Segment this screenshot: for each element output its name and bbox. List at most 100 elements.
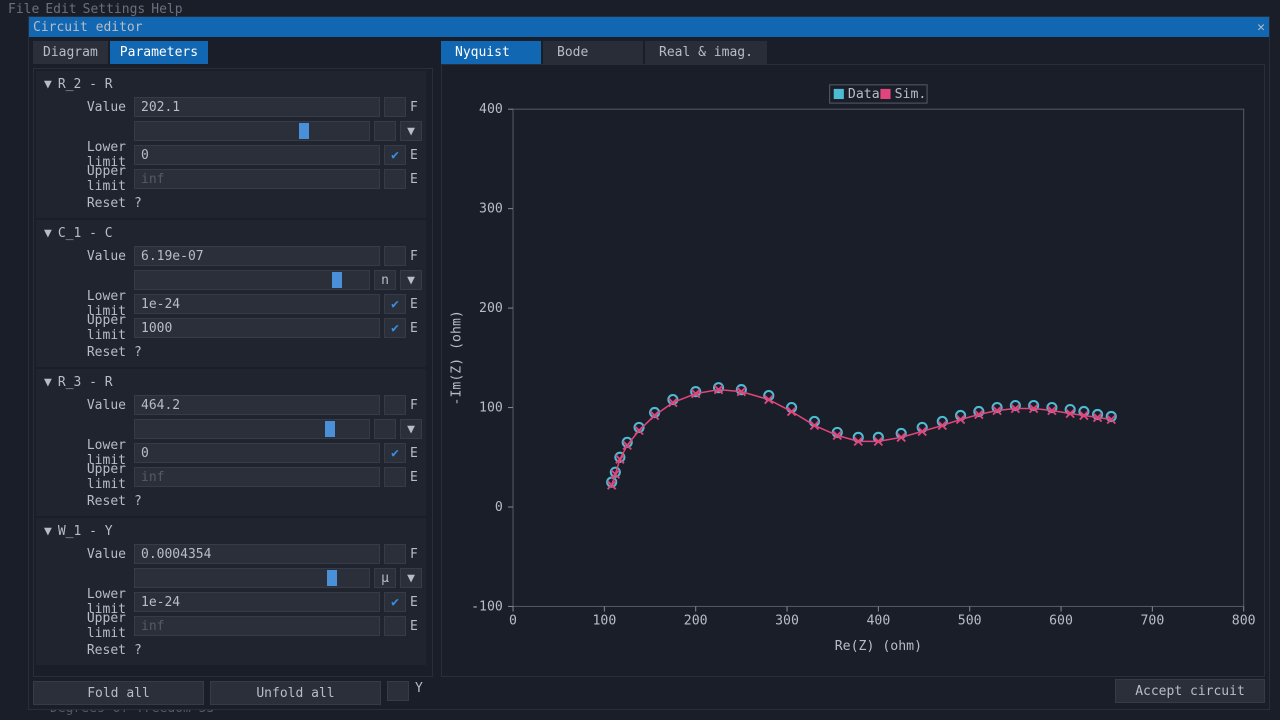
left-tabs: Diagram Parameters (33, 41, 433, 64)
chart-tabs: Nyquist Bode Real & imag. (441, 41, 1265, 64)
param-group: ▼R_3 - R ValueF ▼ Lower limitE Upper lim… (36, 369, 426, 516)
dropdown-button[interactable]: ▼ (400, 568, 422, 588)
lower-input[interactable] (134, 443, 380, 463)
param-group: ▼R_2 - R ValueF ▼ Lower limitE Upper lim… (36, 71, 426, 218)
lower-input[interactable] (134, 294, 380, 314)
accept-circuit-button[interactable]: Accept circuit (1115, 679, 1265, 703)
fixed-checkbox[interactable] (384, 97, 406, 117)
reset-help-button[interactable]: ? (134, 345, 146, 360)
fixed-checkbox[interactable] (384, 246, 406, 266)
lower-input[interactable] (134, 145, 380, 165)
value-slider[interactable] (134, 121, 370, 141)
lower-enable-checkbox[interactable] (384, 443, 406, 463)
unit-button[interactable] (374, 121, 396, 141)
svg-text:Sim.: Sim. (895, 87, 927, 102)
unit-button[interactable] (374, 419, 396, 439)
dropdown-button[interactable]: ▼ (400, 419, 422, 439)
svg-text:400: 400 (479, 102, 503, 117)
value-input[interactable] (134, 544, 380, 564)
param-group: ▼C_1 - C ValueF n▼ Lower limitE Upper li… (36, 220, 426, 367)
param-header[interactable]: ▼ R_3 - R (40, 373, 422, 392)
upper-input[interactable] (134, 169, 380, 189)
lower-enable-checkbox[interactable] (384, 294, 406, 314)
unfold-all-button[interactable]: Unfold all (210, 681, 381, 705)
dropdown-button[interactable]: ▼ (400, 121, 422, 141)
svg-text:500: 500 (958, 614, 982, 629)
reset-label: Reset (40, 345, 130, 360)
param-header[interactable]: ▼W_1 - Y (40, 522, 422, 541)
reset-help-button[interactable]: ? (134, 196, 146, 211)
value-input[interactable] (134, 395, 380, 415)
unit-button[interactable]: n (374, 270, 396, 290)
e-label: E (410, 297, 422, 312)
e-label: E (410, 172, 422, 187)
value-label: Value (40, 249, 130, 264)
svg-text:-100: -100 (471, 600, 503, 615)
nyquist-chart: 0100200300400500600700800-10001002003004… (441, 64, 1265, 677)
unit-button[interactable]: µ (374, 568, 396, 588)
lower-enable-checkbox[interactable] (384, 145, 406, 165)
param-header[interactable]: ▼R_2 - R (40, 75, 422, 94)
svg-text:0: 0 (495, 500, 503, 515)
value-label: Value (40, 100, 130, 115)
e-label: E (410, 446, 422, 461)
upper-label: Upper limit (40, 164, 130, 194)
svg-text:100: 100 (592, 614, 616, 629)
upper-input[interactable] (134, 318, 380, 338)
left-panel: Diagram Parameters ▼R_2 - R ValueF ▼ Low… (33, 41, 433, 705)
fold-all-button[interactable]: Fold all (33, 681, 204, 705)
tab-nyquist[interactable]: Nyquist (441, 41, 541, 64)
param-header[interactable]: ▼C_1 - C (40, 224, 422, 243)
svg-text:400: 400 (866, 614, 890, 629)
upper-enable-checkbox[interactable] (384, 616, 406, 636)
svg-text:200: 200 (479, 301, 503, 316)
value-label: Value (40, 547, 130, 562)
reset-label: Reset (40, 643, 130, 658)
svg-text:100: 100 (479, 401, 503, 416)
caret-down-icon: ▼ (44, 375, 52, 390)
caret-down-icon: ▼ (44, 226, 52, 241)
upper-enable-checkbox[interactable] (384, 467, 406, 487)
fixed-checkbox[interactable] (384, 544, 406, 564)
value-input[interactable] (134, 246, 380, 266)
y-label: Y (415, 681, 433, 705)
tab-bode[interactable]: Bode (543, 41, 643, 64)
titlebar[interactable]: Circuit editor ✕ (29, 17, 1269, 37)
upper-input[interactable] (134, 616, 380, 636)
fixed-checkbox[interactable] (384, 395, 406, 415)
close-icon[interactable]: ✕ (1257, 20, 1265, 35)
param-name: R_2 - R (58, 77, 113, 92)
value-input[interactable] (134, 97, 380, 117)
circuit-editor-dialog: Circuit editor ✕ Diagram Parameters ▼R_2… (28, 16, 1270, 710)
upper-label: Upper limit (40, 611, 130, 641)
lower-enable-checkbox[interactable] (384, 592, 406, 612)
upper-label: Upper limit (40, 462, 130, 492)
e-label: E (410, 470, 422, 485)
value-slider[interactable] (134, 568, 370, 588)
reset-label: Reset (40, 494, 130, 509)
e-label: E (410, 321, 422, 336)
dropdown-button[interactable]: ▼ (400, 270, 422, 290)
tab-parameters[interactable]: Parameters (110, 41, 208, 64)
parameter-list[interactable]: ▼R_2 - R ValueF ▼ Lower limitE Upper lim… (33, 68, 433, 677)
tab-realimag[interactable]: Real & imag. (645, 41, 767, 64)
param-name: R_3 - R (58, 375, 113, 390)
y-checkbox[interactable] (387, 681, 409, 701)
f-label: F (410, 249, 422, 264)
upper-enable-checkbox[interactable] (384, 169, 406, 189)
upper-input[interactable] (134, 467, 380, 487)
svg-text:0: 0 (509, 614, 517, 629)
value-slider[interactable] (134, 270, 370, 290)
value-slider[interactable] (134, 419, 370, 439)
value-label: Value (40, 398, 130, 413)
svg-text:600: 600 (1049, 614, 1073, 629)
param-name: W_1 - Y (58, 524, 113, 539)
upper-enable-checkbox[interactable] (384, 318, 406, 338)
svg-text:300: 300 (775, 614, 799, 629)
svg-text:200: 200 (684, 614, 708, 629)
svg-text:300: 300 (479, 202, 503, 217)
reset-help-button[interactable]: ? (134, 643, 146, 658)
reset-help-button[interactable]: ? (134, 494, 146, 509)
lower-input[interactable] (134, 592, 380, 612)
tab-diagram[interactable]: Diagram (33, 41, 108, 64)
